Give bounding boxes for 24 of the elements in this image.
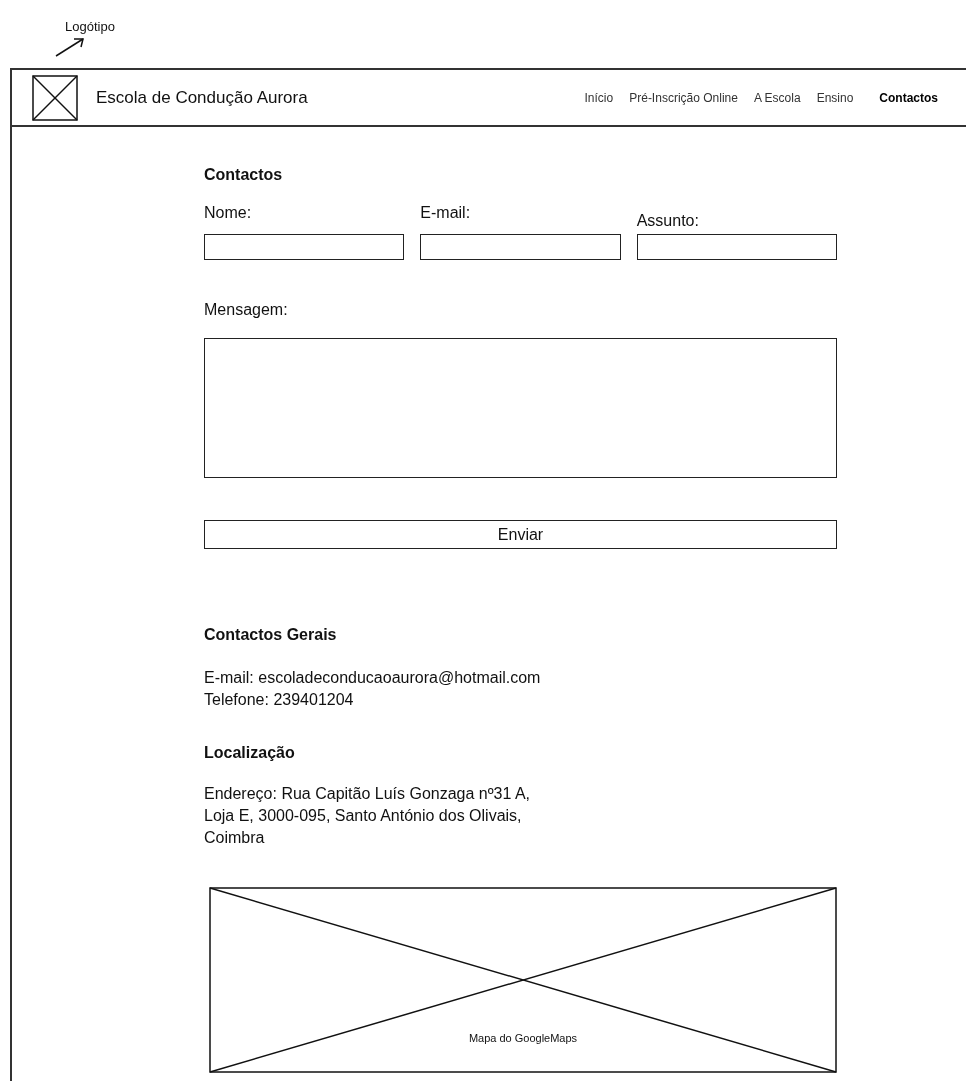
field-label: E-mail: [420,203,472,223]
input-field[interactable] [420,234,621,260]
annotation-label: Logótipo [65,19,115,34]
nav-link[interactable]: Início [584,88,614,107]
section-heading: Localização [204,743,296,763]
message-field[interactable] [204,338,837,478]
contact-line: Telefone: 239401204 [204,690,355,710]
site-name: Escola de Condução Aurora [96,86,308,109]
input-field[interactable] [204,234,405,260]
nav-link[interactable]: Pré-Inscrição Online [629,88,738,107]
field-label: Mensagem: [204,300,289,320]
field-label: Assunto: [636,211,700,231]
input-field[interactable] [636,234,837,260]
address-text: Endereço: Rua Capitão Luís Gonzaga nº31 A, Loja E, 3000-095, Santo António dos Olivais, Coimbra [204,784,532,848]
nav-link[interactable]: Ensino [816,88,854,107]
submit-button[interactable]: Enviar [204,520,837,549]
nav-link[interactable]: Contactos [879,88,938,107]
logo-placeholder-icon [32,74,78,121]
contact-line: E-mail: escoladeconducaoaurora@hotmail.com [204,668,542,688]
pointer-arrow-icon [55,36,85,58]
section-heading: Contactos [204,165,284,185]
section-heading: Contactos Gerais [204,625,338,645]
nav-link[interactable]: A Escola [753,88,801,107]
field-label: Nome: [204,203,253,223]
